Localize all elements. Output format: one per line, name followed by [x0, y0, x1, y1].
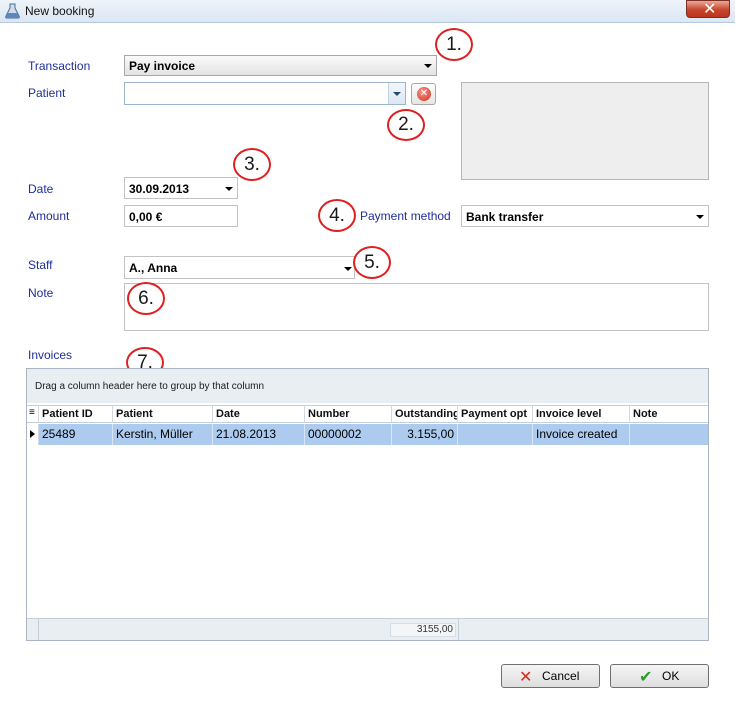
patient-info-panel	[461, 82, 709, 180]
column-chooser-icon: ≡	[29, 407, 35, 418]
table-row[interactable]: 25489 Kerstin, Müller 21.08.2013 0000000…	[27, 424, 708, 445]
chevron-down-icon	[393, 92, 401, 96]
annotation-marker: 6.	[127, 282, 165, 315]
title-bar: New booking ✕	[0, 0, 735, 23]
staff-value: A., Anna	[129, 261, 178, 275]
transaction-value: Pay invoice	[129, 59, 196, 73]
group-by-panel[interactable]: Drag a column header here to group by th…	[27, 369, 708, 403]
row-pointer-icon	[27, 424, 39, 445]
column-header-payment-opt[interactable]: Payment opt	[458, 406, 533, 423]
chevron-down-icon	[424, 64, 432, 68]
annotation-marker: 5.	[353, 246, 391, 279]
grid-header: ≡ Patient ID Patient Date Number Outstan…	[27, 405, 708, 423]
cell-date[interactable]: 21.08.2013	[213, 424, 305, 445]
transaction-combo[interactable]: Pay invoice	[124, 55, 437, 76]
patient-dropdown-button[interactable]	[388, 83, 405, 104]
cell-payment-opt[interactable]	[458, 424, 533, 445]
cell-note[interactable]	[630, 424, 708, 445]
booking-flask-icon	[5, 3, 20, 19]
staff-label: Staff	[28, 258, 53, 272]
group-by-hint: Drag a column header here to group by th…	[35, 381, 265, 392]
chevron-down-icon	[696, 215, 704, 219]
annotation-marker: 1.	[435, 28, 473, 61]
amount-value: 0,00 €	[129, 210, 163, 224]
invoices-grid: Drag a column header here to group by th…	[26, 368, 709, 641]
column-header-patient-id[interactable]: Patient ID	[39, 406, 113, 423]
footer-divider	[458, 619, 459, 640]
payment-method-combo[interactable]: Bank transfer	[461, 205, 709, 227]
note-field[interactable]	[124, 283, 709, 331]
note-label: Note	[28, 286, 54, 300]
date-picker[interactable]: 30.09.2013	[124, 177, 238, 199]
column-header-invoice-level[interactable]: Invoice level	[533, 406, 630, 423]
window-close-button[interactable]: ✕	[686, 0, 730, 18]
green-check-icon: ✔	[639, 667, 653, 686]
clear-red-x-icon: ✕	[417, 87, 431, 101]
footer-indicator	[27, 619, 39, 640]
annotation-marker: 2.	[387, 109, 425, 141]
column-header-patient[interactable]: Patient	[113, 406, 213, 423]
invoices-label: Invoices	[28, 348, 73, 362]
amount-label: Amount	[28, 209, 70, 223]
booking-dialog: Transaction Pay invoice Patient ✕ Date 3…	[1, 23, 734, 704]
cell-invoice-level[interactable]: Invoice created	[533, 424, 630, 445]
amount-field[interactable]: 0,00 €	[124, 205, 238, 227]
column-header-outstanding[interactable]: Outstanding	[392, 406, 458, 423]
column-header-date[interactable]: Date	[213, 406, 305, 423]
cell-outstanding[interactable]: 3.155,00	[392, 424, 458, 445]
date-label: Date	[28, 182, 54, 196]
outstanding-total: 3155,00	[390, 623, 456, 637]
chevron-down-icon	[225, 187, 233, 191]
date-value: 30.09.2013	[129, 182, 190, 196]
cancel-button[interactable]: ✕ Cancel	[501, 664, 600, 688]
patient-combo[interactable]	[124, 82, 406, 105]
staff-combo[interactable]: A., Anna	[124, 256, 355, 279]
cancel-button-label: Cancel	[542, 669, 580, 683]
transaction-label: Transaction	[28, 59, 91, 73]
ok-button-label: OK	[662, 669, 680, 683]
column-header-note[interactable]: Note	[630, 406, 708, 423]
red-x-icon: ✕	[519, 667, 533, 686]
window-title: New booking	[25, 4, 95, 18]
payment-method-value: Bank transfer	[466, 210, 544, 224]
payment-method-label: Payment method	[360, 209, 451, 223]
column-chooser-button[interactable]: ≡	[27, 406, 39, 423]
patient-label: Patient	[28, 86, 66, 100]
close-icon: ✕	[703, 0, 717, 18]
cell-number[interactable]: 00000002	[305, 424, 392, 445]
cell-patient[interactable]: Kerstin, Müller	[113, 424, 213, 445]
grid-footer: 3155,00	[27, 618, 708, 640]
ok-button[interactable]: ✔ OK	[610, 664, 709, 688]
chevron-down-icon	[344, 267, 352, 271]
annotation-marker: 3.	[233, 148, 271, 181]
clear-patient-button[interactable]: ✕	[411, 83, 436, 105]
column-header-number[interactable]: Number	[305, 406, 392, 423]
annotation-marker: 4.	[318, 199, 356, 232]
cell-patient-id[interactable]: 25489	[39, 424, 113, 445]
